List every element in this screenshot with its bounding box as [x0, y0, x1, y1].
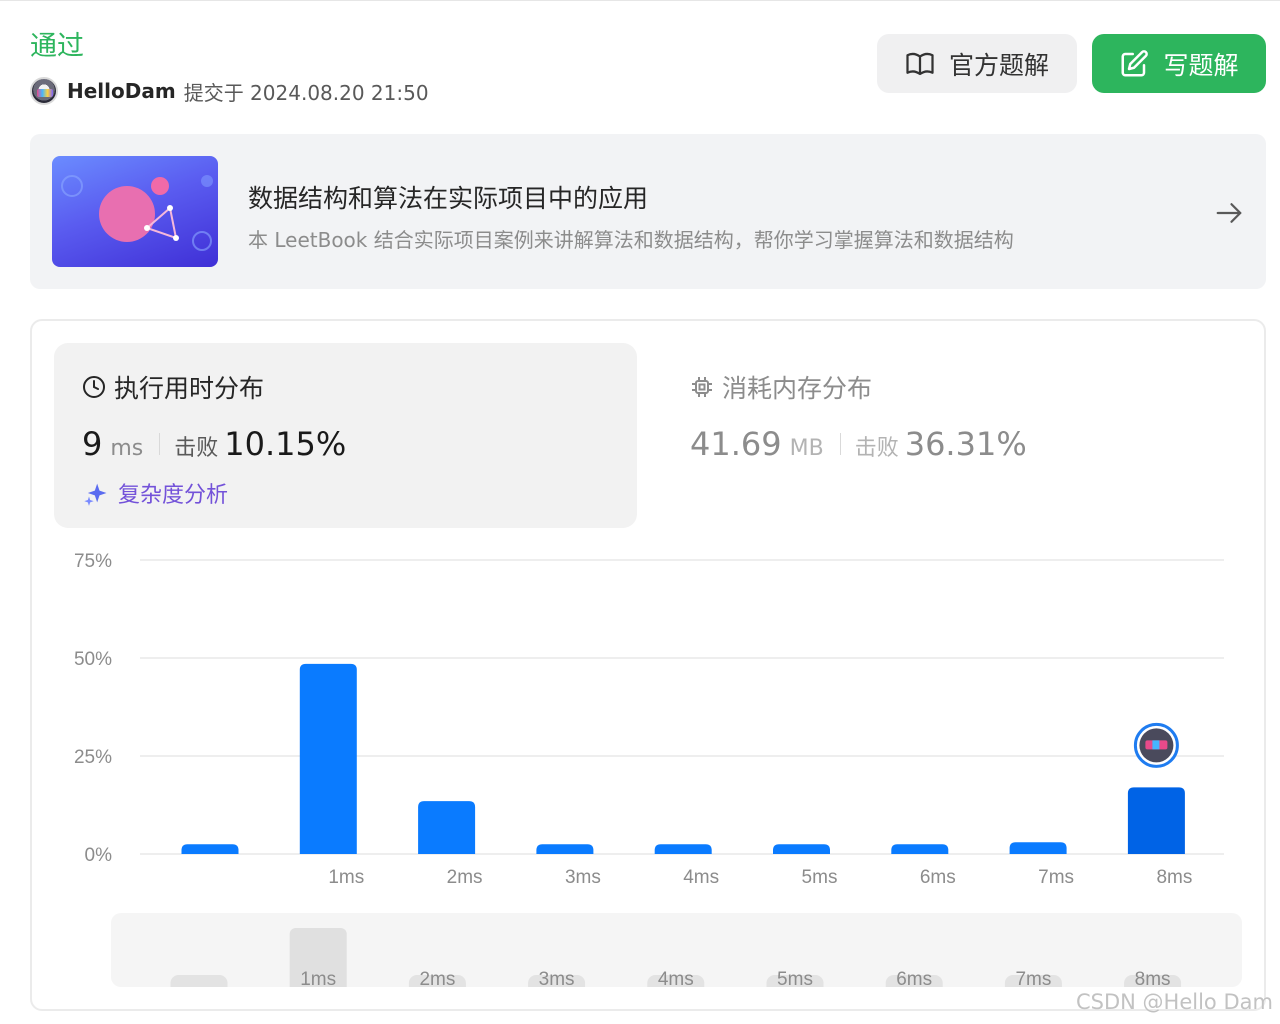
x-tick-label: 6ms [920, 867, 956, 888]
submitter-info: HelloDam 提交于 2024.08.20 21:50 [30, 76, 429, 106]
memory-unit: MB [789, 436, 824, 461]
memory-heading-text: 消耗内存分布 [722, 374, 873, 403]
runtime-unit: ms [110, 436, 144, 461]
leetbook-cover-image [52, 156, 218, 267]
runtime-value: 9 [82, 425, 103, 463]
overview-tick-label: 1ms [300, 969, 336, 987]
memory-beat-label: 击败 [854, 436, 899, 461]
bar[interactable] [773, 844, 830, 854]
bar[interactable] [1009, 842, 1067, 854]
overview-bar[interactable] [170, 975, 228, 987]
runtime-heading-text: 执行用时分布 [114, 374, 265, 403]
complexity-analysis-label: 复杂度分析 [118, 483, 229, 508]
overview-tick-label: 2ms [419, 969, 455, 987]
overview-tick-label: 4ms [658, 969, 694, 987]
avatar[interactable] [30, 77, 58, 105]
complexity-analysis-link[interactable]: 复杂度分析 [82, 477, 228, 509]
x-tick-label: 4ms [683, 867, 719, 888]
edit-icon [1119, 49, 1149, 79]
x-tick-label: 3ms [565, 867, 601, 888]
runtime-heading: 执行用时分布 [82, 369, 264, 405]
top-divider [0, 0, 1280, 1]
arrow-right-icon[interactable] [1214, 198, 1244, 228]
submission-status: 通过 [30, 31, 84, 62]
banner-title: 数据结构和算法在实际项目中的应用 [248, 184, 649, 213]
chip-icon [690, 375, 714, 399]
y-tick-label: 0% [85, 845, 113, 866]
y-tick-label: 25% [74, 747, 112, 768]
overview-tick-label: 5ms [777, 969, 813, 987]
y-tick-label: 75% [74, 551, 112, 572]
sparkle-icon [82, 479, 110, 507]
bar[interactable] [299, 663, 357, 854]
memory-panel[interactable]: 消耗内存分布 41.69 MB 击败 36.31% [662, 343, 1245, 528]
clock-icon [82, 375, 106, 399]
user-name[interactable]: HelloDam [67, 79, 176, 103]
runtime-metric: 9 ms 击败 10.15% [82, 425, 346, 463]
runtime-panel[interactable]: 执行用时分布 9 ms 击败 10.15% 复杂度分析 [54, 343, 637, 528]
official-solution-button[interactable]: 官方题解 [877, 34, 1077, 93]
write-solution-label: 写题解 [1163, 50, 1239, 80]
memory-beat-percent: 36.31% [904, 425, 1027, 463]
overview-tick-label: 8ms [1135, 969, 1171, 987]
runtime-distribution-chart[interactable]: 0% 25% 50% 75% 1ms 2ms 3ms 4ms 5ms 6ms 7ms 8ms [54, 540, 1254, 900]
x-tick-label: 5ms [802, 867, 838, 888]
banner-subtitle: 本 LeetBook 结合实际项目案例来讲解算法和数据结构，帮你学习掌握算法和数… [248, 228, 1014, 252]
book-icon [905, 49, 935, 79]
bar[interactable] [1127, 787, 1185, 854]
bar[interactable] [181, 844, 239, 854]
x-tick-label: 2ms [447, 867, 483, 888]
overview-tick-label: 6ms [896, 969, 932, 987]
overview-tick-label: 7ms [1015, 969, 1051, 987]
submitted-time: 提交于 2024.08.20 21:50 [183, 80, 429, 105]
bar[interactable] [418, 801, 476, 854]
memory-metric: 41.69 MB 击败 36.31% [690, 425, 1027, 463]
watermark: CSDN @Hello Dam [1076, 990, 1273, 1014]
overview-tick-label: 3ms [539, 969, 575, 987]
write-solution-button[interactable]: 写题解 [1092, 34, 1266, 93]
runtime-beat-percent: 10.15% [224, 425, 347, 463]
y-tick-label: 50% [74, 649, 112, 670]
memory-heading: 消耗内存分布 [690, 369, 872, 405]
runtime-beat-label: 击败 [174, 436, 219, 461]
x-tick-label: 7ms [1038, 867, 1074, 888]
leetbook-banner[interactable]: 数据结构和算法在实际项目中的应用 本 LeetBook 结合实际项目案例来讲解算… [30, 134, 1266, 289]
metric-divider [839, 433, 841, 455]
official-solution-label: 官方题解 [948, 50, 1049, 80]
bar[interactable] [891, 844, 949, 854]
metric-divider [159, 433, 161, 455]
memory-value: 41.69 [690, 425, 782, 463]
avatar-detail [1152, 740, 1160, 750]
x-tick-label: 8ms [1156, 867, 1192, 888]
x-tick-label: 1ms [328, 867, 364, 888]
chart-range-overview[interactable]: 1ms 2ms 3ms 4ms 5ms 6ms 7ms 8ms [111, 913, 1242, 987]
bar[interactable] [654, 844, 712, 854]
bar[interactable] [536, 844, 594, 854]
